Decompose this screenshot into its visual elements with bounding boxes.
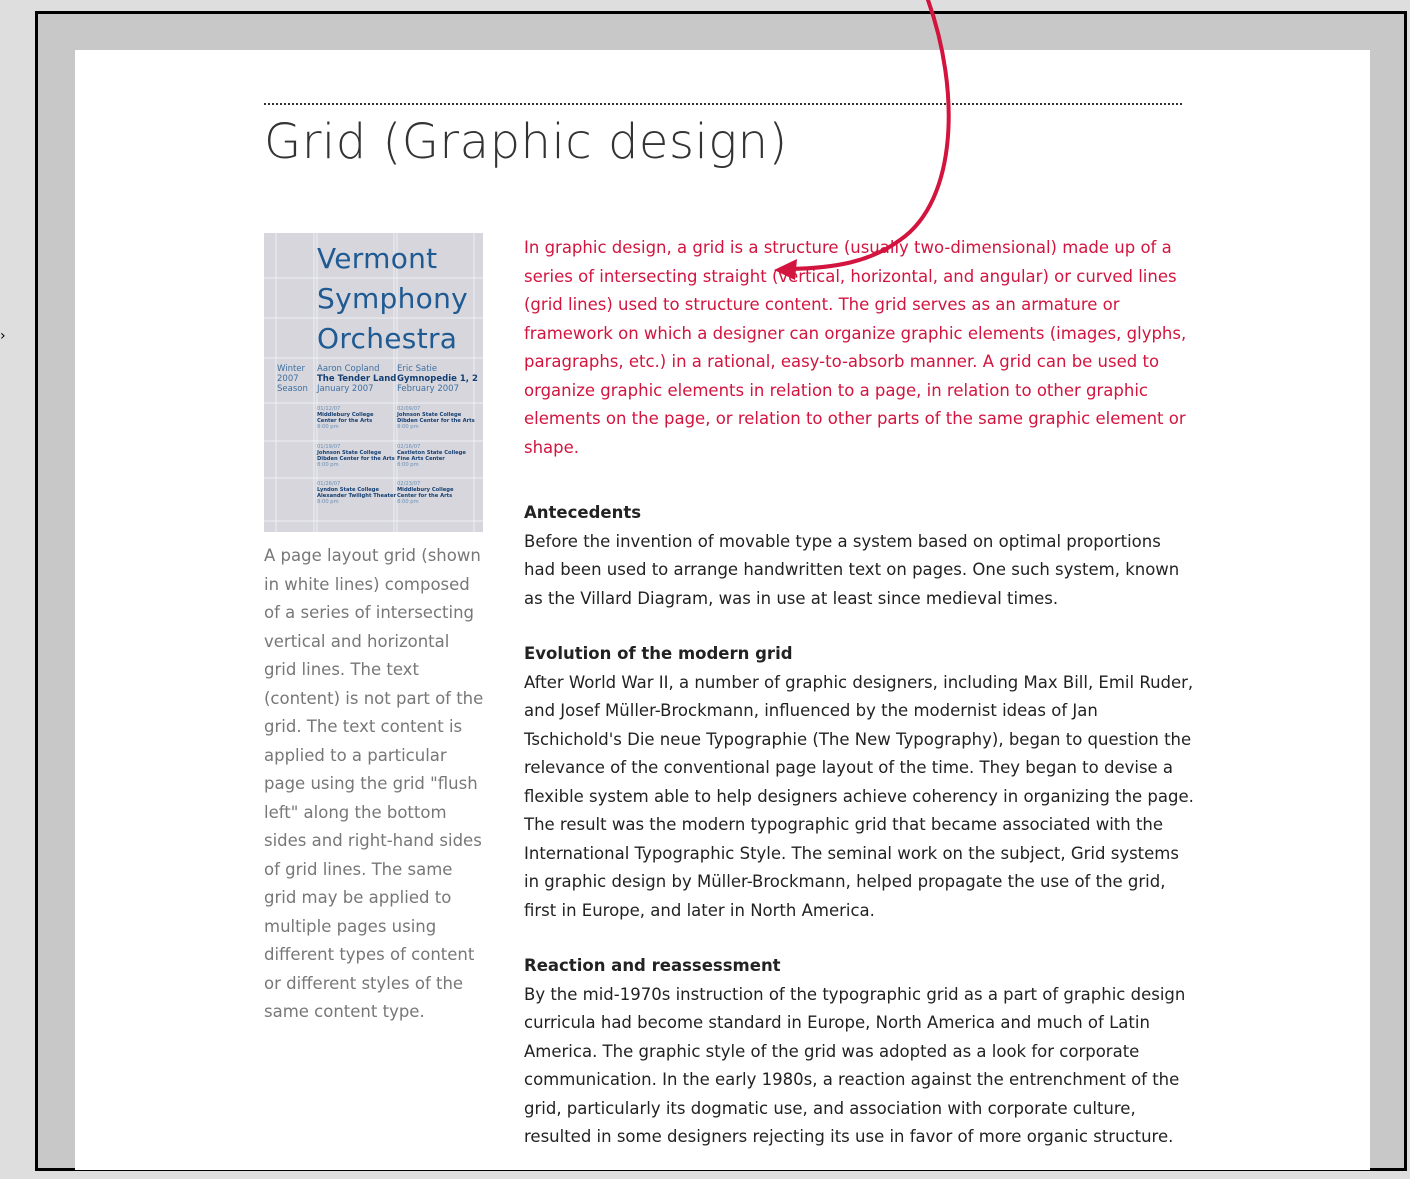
poster-title-line: Orchestra	[317, 322, 458, 355]
poster-column-left: Aaron Copland The Tender Land January 20…	[317, 364, 396, 394]
work-title: Gymnopedie 1, 2	[397, 374, 478, 384]
work-title: The Tender Land	[317, 374, 397, 384]
poster-event: 01/12/07 Middlebury College Center for t…	[317, 406, 374, 430]
section-heading: Antecedents	[524, 503, 642, 522]
poster-title-line: Symphony	[317, 282, 468, 315]
season-line: Winter	[277, 364, 306, 374]
event-time: 8:00 pm	[317, 424, 339, 430]
document-frame: Grid (Graphic design) Vermont Symphony O…	[35, 11, 1407, 1171]
event-time: 8:00 pm	[397, 424, 419, 430]
concert-month: January 2007	[317, 384, 374, 394]
section-body: After World War II, a number of graphic …	[524, 672, 1194, 920]
section-body: By the mid-1970s instruction of the typo…	[524, 984, 1186, 1147]
poster-season: Winter 2007 Season	[277, 364, 308, 394]
page-title: Grid (Graphic design)	[264, 114, 788, 170]
season-line: Season	[277, 384, 308, 394]
event-time: 8:00 pm	[397, 462, 419, 468]
article-body: In graphic design, a grid is a structure…	[524, 234, 1196, 1179]
composer-name: Eric Satie	[397, 364, 438, 374]
concert-month: February 2007	[397, 384, 459, 394]
event-time: 8:00 pm	[317, 499, 339, 505]
poster-figure: Vermont Symphony Orchestra Winter 2007 S…	[264, 233, 483, 532]
intro-paragraph: In graphic design, a grid is a structure…	[524, 238, 1187, 457]
section-heading: Evolution of the modern grid	[524, 644, 793, 663]
section-body: Before the invention of movable type a s…	[524, 531, 1180, 608]
poster-event: 01/26/07 Lyndon State College Alexander …	[317, 481, 396, 505]
dotted-rule	[264, 103, 1182, 105]
composer-name: Aaron Copland	[317, 364, 380, 374]
section-heading: Reaction and reassessment	[524, 956, 781, 975]
poster-title-line: Vermont	[317, 242, 438, 275]
event-time: 8:00 pm	[397, 499, 419, 505]
poster-event: 02/09/07 Johnson State College Dibden Ce…	[397, 406, 475, 430]
side-arrow-mark: ›	[0, 328, 6, 344]
poster-event: 02/23/07 Middlebury College Center for t…	[397, 481, 454, 505]
figure-caption: A page layout grid (shown in white lines…	[264, 546, 484, 1021]
poster-column-right: Eric Satie Gymnopedie 1, 2 February 2007	[397, 364, 478, 394]
event-time: 8:00 pm	[317, 462, 339, 468]
season-line: 2007	[277, 374, 299, 384]
document-page: Grid (Graphic design) Vermont Symphony O…	[75, 50, 1370, 1170]
poster-event: 02/16/07 Castleton State College Fine Ar…	[397, 444, 466, 468]
poster-title: Vermont Symphony Orchestra	[317, 239, 468, 359]
poster-event: 01/19/07 Johnson State College Dibden Ce…	[317, 444, 395, 468]
